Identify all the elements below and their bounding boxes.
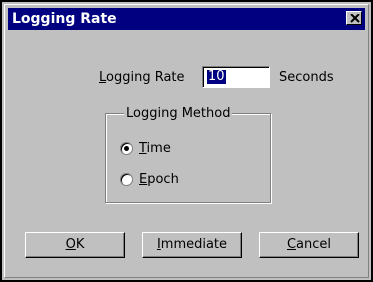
ok-button[interactable]: OK (25, 232, 125, 258)
epoch-radio-accel: E (139, 172, 148, 187)
immediate-button-label-rest: mmediate (160, 237, 228, 252)
ok-button-accel: O (65, 237, 76, 252)
cancel-button-accel: C (286, 237, 297, 252)
logging-rate-label-accel: L (99, 70, 107, 85)
time-radio[interactable] (120, 142, 133, 155)
logging-rate-value: 10 (207, 69, 226, 84)
seconds-unit-label: Seconds (279, 70, 334, 85)
epoch-radio[interactable] (120, 173, 133, 186)
title-bar[interactable]: Logging Rate (8, 8, 365, 30)
window-title: Logging Rate (12, 11, 117, 27)
epoch-radio-label-rest: poch (147, 172, 179, 187)
logging-method-group-title: Logging Method (124, 106, 233, 121)
logging-rate-label-rest: ogging Rate (106, 70, 185, 85)
logging-rate-label: Logging Rate (99, 70, 185, 85)
time-radio-label-rest: ime (146, 141, 171, 156)
time-radio-label[interactable]: Time (139, 141, 171, 156)
ok-button-label-rest: K (75, 237, 85, 252)
time-radio-accel: T (139, 141, 147, 156)
close-icon (350, 14, 360, 23)
cancel-button[interactable]: Cancel (259, 232, 359, 258)
logging-rate-dialog: Logging Rate Logging Rate 10 Seconds Log… (0, 0, 373, 282)
radio-selected-dot (124, 146, 129, 151)
cancel-button-label-rest: ancel (296, 237, 332, 252)
epoch-radio-label[interactable]: Epoch (139, 172, 179, 187)
close-button[interactable] (346, 11, 362, 25)
immediate-button[interactable]: Immediate (142, 232, 242, 258)
logging-rate-input[interactable]: 10 (202, 66, 270, 88)
logging-method-group (105, 113, 271, 203)
